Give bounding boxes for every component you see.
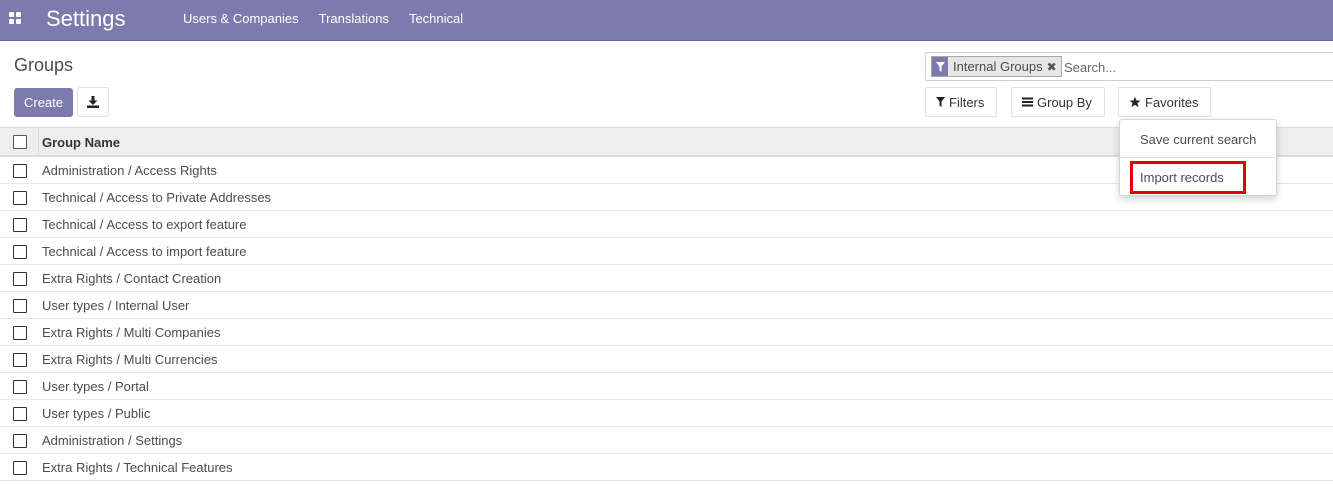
table-row[interactable]: User types / Public (0, 400, 1333, 427)
table-row[interactable]: User types / Internal User (0, 292, 1333, 319)
filter-icon (936, 97, 945, 107)
table-row[interactable]: Technical / Access to export feature (0, 211, 1333, 238)
create-button[interactable]: Create (14, 88, 73, 117)
table-row[interactable]: Extra Rights / Multi Companies (0, 319, 1333, 346)
apps-menu-icon[interactable] (9, 12, 21, 24)
row-checkbox[interactable] (13, 272, 27, 286)
favorites-label: Favorites (1145, 94, 1199, 110)
row-checkbox[interactable] (13, 434, 27, 448)
group-name-cell: User types / Public (42, 406, 151, 421)
download-button[interactable] (77, 87, 109, 117)
remove-facet-icon[interactable]: ✖ (1047, 60, 1061, 74)
dropdown-divider (1120, 157, 1276, 158)
row-checkbox[interactable] (13, 407, 27, 421)
row-checkbox[interactable] (13, 353, 27, 367)
main-menu: Users & Companies Translations Technical (173, 0, 473, 41)
save-current-search-item[interactable]: Save current search (1140, 132, 1296, 147)
group-name-cell: Technical / Access to Private Addresses (42, 190, 272, 205)
group-by-button[interactable]: Group By (1011, 87, 1105, 117)
table-row[interactable]: User types / Portal (0, 373, 1333, 400)
favorites-dropdown: Save current search Import records (1119, 119, 1277, 196)
group-name-cell: User types / Internal User (42, 298, 190, 313)
group-name-cell: Extra Rights / Contact Creation (42, 271, 222, 286)
group-name-cell: Extra Rights / Multi Companies (42, 325, 221, 340)
row-checkbox[interactable] (13, 380, 27, 394)
filter-icon (932, 57, 948, 76)
group-name-cell: Technical / Access to import feature (42, 244, 247, 259)
search-facet: Internal Groups ✖ (931, 56, 1062, 77)
table-row[interactable]: Extra Rights / Contact Creation (0, 265, 1333, 292)
bars-icon (1022, 97, 1033, 107)
table-row[interactable]: Extra Rights / Multi Currencies (0, 346, 1333, 373)
select-all-checkbox[interactable] (13, 135, 27, 149)
row-checkbox[interactable] (13, 245, 27, 259)
download-icon (87, 96, 99, 108)
search-bar[interactable]: Internal Groups ✖ (925, 52, 1333, 81)
favorites-button[interactable]: Favorites (1118, 87, 1211, 117)
table-row[interactable]: Technical / Access to import feature (0, 238, 1333, 265)
table-row[interactable]: Extra Rights / Technical Features (0, 454, 1333, 481)
group-name-cell: User types / Portal (42, 379, 149, 394)
search-input[interactable] (1064, 57, 1324, 77)
row-checkbox[interactable] (13, 191, 27, 205)
column-header-group-name[interactable]: Group Name (42, 135, 120, 150)
table-row[interactable]: Administration / Settings (0, 427, 1333, 454)
row-checkbox[interactable] (13, 299, 27, 313)
top-navbar: Settings Users & Companies Translations … (0, 0, 1333, 41)
row-checkbox[interactable] (13, 164, 27, 178)
row-checkbox[interactable] (13, 326, 27, 340)
menu-users-companies[interactable]: Users & Companies (173, 0, 309, 41)
group-name-cell: Technical / Access to export feature (42, 217, 247, 232)
filters-button[interactable]: Filters (925, 87, 997, 117)
app-title[interactable]: Settings (46, 6, 126, 32)
row-checkbox[interactable] (13, 218, 27, 232)
group-by-label: Group By (1037, 94, 1092, 110)
group-name-cell: Administration / Settings (42, 433, 183, 448)
menu-translations[interactable]: Translations (309, 0, 399, 41)
import-records-item[interactable]: Import records (1140, 170, 1296, 185)
facet-label: Internal Groups (953, 59, 1043, 74)
star-icon (1129, 96, 1141, 108)
column-divider (38, 128, 39, 156)
group-name-cell: Extra Rights / Multi Currencies (42, 352, 218, 367)
group-name-cell: Extra Rights / Technical Features (42, 460, 233, 475)
group-name-cell: Administration / Access Rights (42, 163, 217, 178)
row-checkbox[interactable] (13, 461, 27, 475)
page-title: Groups (14, 55, 74, 75)
filters-label: Filters (949, 94, 985, 110)
menu-technical[interactable]: Technical (399, 0, 473, 41)
